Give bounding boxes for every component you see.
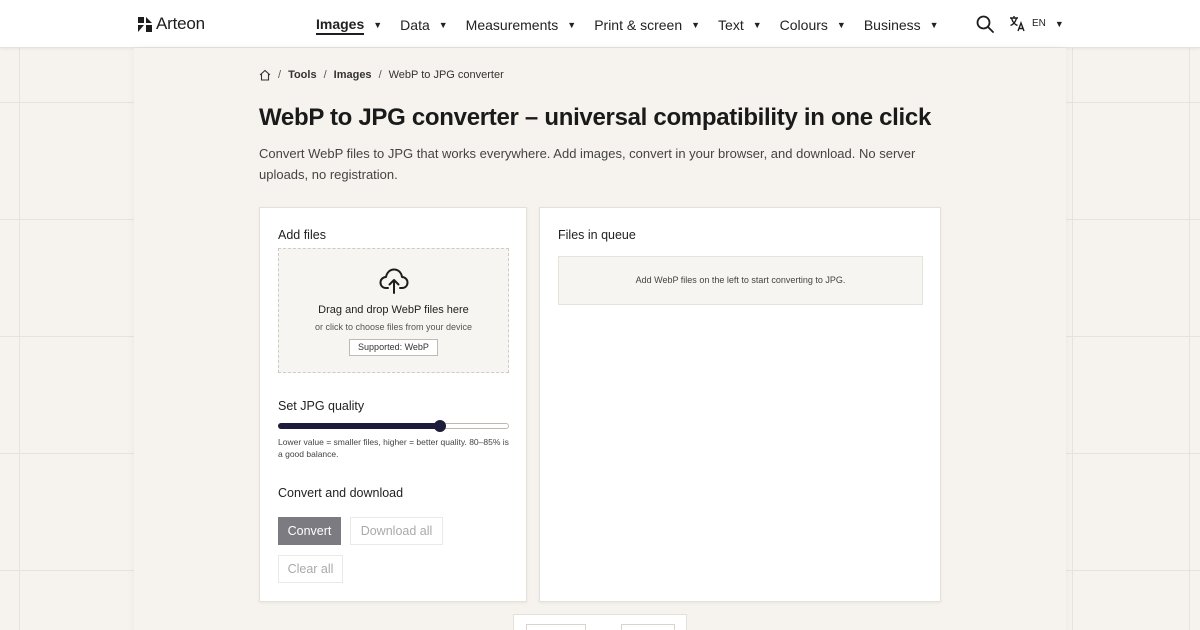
page-subtitle: Convert WebP files to JPG that works eve… xyxy=(259,146,916,182)
nav-item-colours[interactable]: Colours ▼ xyxy=(780,16,846,34)
nav-item-print-screen[interactable]: Print & screen ▼ xyxy=(594,16,700,34)
caret-down-icon: ▼ xyxy=(373,20,383,30)
quality-title: Set JPG quality xyxy=(278,399,365,413)
breadcrumb-item-current: WebP to JPG converter xyxy=(388,69,504,81)
download-all-button[interactable]: Download all xyxy=(350,517,443,545)
top-navigation-bar: Arteon Images ▼ Data ▼ Measurements ▼ Pr… xyxy=(0,0,1200,48)
nav-item-text[interactable]: Text ▼ xyxy=(718,16,762,34)
logo[interactable]: Arteon xyxy=(137,14,205,34)
cloud-upload-icon xyxy=(379,268,409,294)
breadcrumb-separator: / xyxy=(278,69,282,81)
logo-text: Arteon xyxy=(156,14,205,33)
dropzone-title: Drag and drop WebP files here xyxy=(318,304,469,316)
nav-label: Business xyxy=(863,17,921,33)
caret-down-icon: ▼ xyxy=(752,20,762,30)
bottom-control[interactable] xyxy=(621,624,675,630)
quality-hint: Lower value = smaller files, higher = be… xyxy=(278,437,509,459)
queue-title: Files in queue xyxy=(558,228,636,242)
caret-down-icon: ▼ xyxy=(691,20,701,30)
nav-label: Images xyxy=(316,16,365,35)
slider-fill xyxy=(278,423,440,429)
translate-icon xyxy=(1010,16,1025,32)
slider-thumb[interactable] xyxy=(433,420,446,432)
nav-label: Data xyxy=(400,17,430,33)
bottom-control[interactable] xyxy=(526,624,586,630)
nav-item-measurements[interactable]: Measurements ▼ xyxy=(466,16,577,34)
converter-settings-card: Add files Drag and drop WebP files here … xyxy=(259,207,527,602)
queue-empty-message: Add WebP files on the left to start conv… xyxy=(558,256,923,305)
file-queue-card: Files in queue Add WebP files on the lef… xyxy=(539,207,941,602)
page-title: WebP to JPG converter – universal compat… xyxy=(259,104,932,131)
main-nav: Images ▼ Data ▼ Measurements ▼ Print & s… xyxy=(316,16,957,35)
language-selector[interactable]: EN ▼ xyxy=(1009,15,1064,32)
convert-download-title: Convert and download xyxy=(278,486,404,500)
arteon-logo-icon xyxy=(138,16,152,32)
breadcrumb-separator: / xyxy=(378,69,382,81)
caret-down-icon: ▼ xyxy=(929,20,939,30)
caret-down-icon: ▼ xyxy=(836,20,846,30)
nav-label: Measurements xyxy=(465,17,559,33)
bottom-panel xyxy=(513,614,687,630)
dropzone-subtitle: or click to choose files from your devic… xyxy=(314,322,473,332)
breadcrumb: / Tools / Images / WebP to JPG converter xyxy=(259,69,504,81)
add-files-title: Add files xyxy=(278,228,326,242)
nav-label: Print & screen xyxy=(594,17,683,33)
caret-down-icon: ▼ xyxy=(1054,18,1064,29)
file-dropzone[interactable]: Drag and drop WebP files here or click t… xyxy=(278,248,509,373)
caret-down-icon: ▼ xyxy=(438,20,448,30)
nav-label: Colours xyxy=(779,17,828,33)
breadcrumb-separator: / xyxy=(323,69,327,81)
language-code: EN xyxy=(1032,18,1046,29)
breadcrumb-item-tools[interactable]: Tools xyxy=(288,69,317,81)
nav-label: Text xyxy=(718,17,744,33)
nav-item-business[interactable]: Business ▼ xyxy=(864,16,939,34)
convert-button[interactable]: Convert xyxy=(278,517,341,545)
search-icon[interactable] xyxy=(976,15,994,33)
breadcrumb-item-images[interactable]: Images xyxy=(334,69,372,81)
nav-item-images[interactable]: Images ▼ xyxy=(316,16,383,35)
nav-item-data[interactable]: Data ▼ xyxy=(400,16,448,34)
supported-formats-badge: Supported: WebP xyxy=(349,339,438,356)
caret-down-icon: ▼ xyxy=(567,20,577,30)
home-icon[interactable] xyxy=(259,69,271,81)
clear-all-button[interactable]: Clear all xyxy=(278,555,343,583)
quality-slider[interactable] xyxy=(278,420,509,432)
